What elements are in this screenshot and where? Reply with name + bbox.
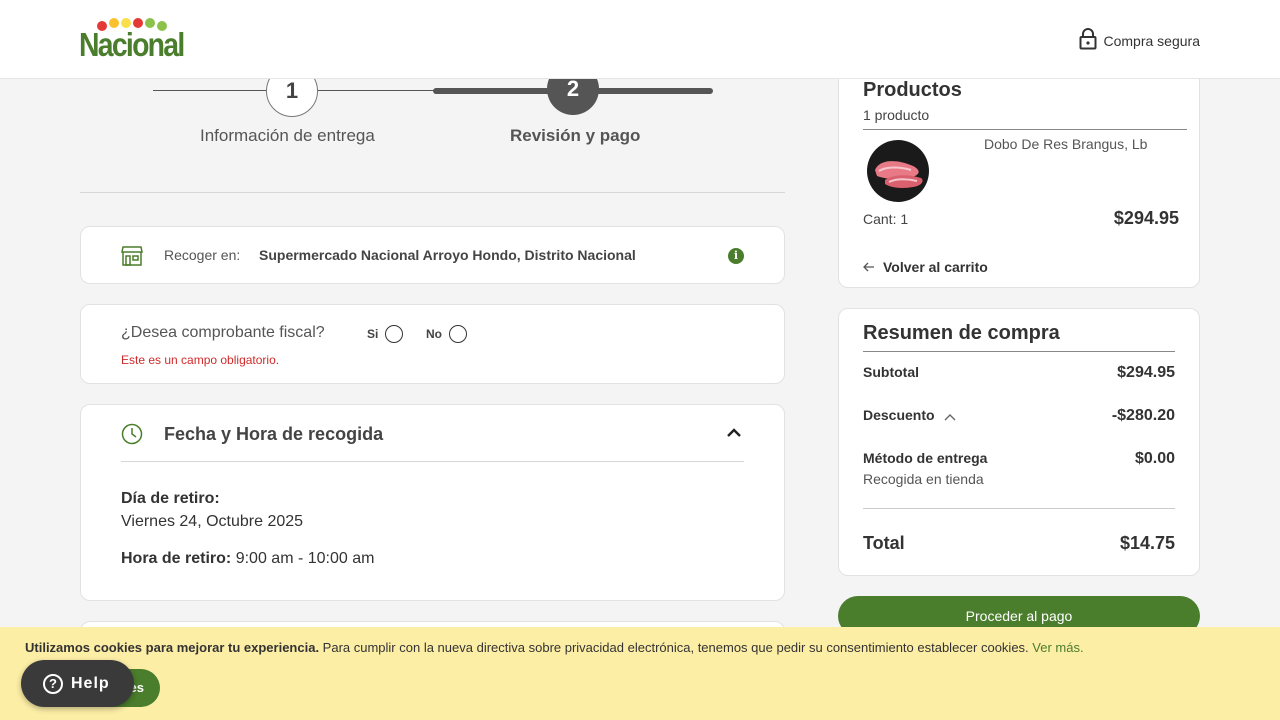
cookie-banner: Utilizamos cookies para mejorar tu exper… bbox=[0, 627, 1280, 720]
cookie-more-link[interactable]: Ver más. bbox=[1032, 640, 1083, 655]
pickup-time-title: Fecha y Hora de recogida bbox=[164, 424, 384, 444]
step-2-label: Revisión y pago bbox=[510, 126, 641, 145]
fiscal-radio-si[interactable] bbox=[385, 325, 404, 343]
product-price: $294.95 bbox=[1113, 208, 1179, 228]
back-to-cart-link[interactable]: Volver al carrito bbox=[863, 259, 988, 275]
discount-row: Descuento -$280.20 bbox=[863, 407, 1175, 424]
question-icon: ? bbox=[43, 673, 63, 694]
site-header: Nacional Compra segura bbox=[0, 0, 1280, 79]
fiscal-radio-no[interactable] bbox=[449, 325, 467, 343]
pickup-day-value: Viernes 24, Octubre 2025 bbox=[121, 513, 304, 530]
fiscal-option-si-label: Si bbox=[367, 327, 379, 341]
info-icon[interactable]: i bbox=[728, 248, 744, 264]
product-name: Dobo De Res Brangus, Lb bbox=[984, 136, 1148, 152]
product-image bbox=[867, 140, 929, 202]
products-divider bbox=[863, 129, 1187, 130]
products-count: 1 producto bbox=[863, 107, 930, 123]
pickup-time-card: Fecha y Hora de recogida Día de retiro: … bbox=[80, 404, 785, 601]
delivery-value: $0.00 bbox=[1134, 450, 1175, 467]
section-divider bbox=[121, 461, 744, 462]
pickup-store-name: Supermercado Nacional Arroyo Hondo, Dist… bbox=[259, 247, 636, 263]
lock-icon bbox=[1079, 28, 1097, 53]
pickup-location-card: Recoger en: Supermercado Nacional Arroyo… bbox=[80, 226, 785, 284]
summary-divider bbox=[863, 351, 1175, 352]
discount-toggle[interactable]: Descuento bbox=[863, 407, 956, 423]
subtotal-label: Subtotal bbox=[863, 364, 919, 380]
checkout-stepper: 1 2 Información de entrega Revisión y pa… bbox=[80, 63, 785, 193]
pickup-hour-label: Hora de retiro: bbox=[121, 550, 232, 567]
store-icon bbox=[121, 246, 143, 271]
pickup-day-label: Día de retiro: bbox=[121, 490, 220, 507]
products-panel: Productos 1 producto Dobo De Res Brangus… bbox=[838, 60, 1200, 288]
product-quantity: Cant: 1 bbox=[863, 211, 909, 227]
help-button[interactable]: ? Help bbox=[21, 660, 134, 707]
help-label: Help bbox=[71, 674, 110, 692]
discount-value: -$280.20 bbox=[1111, 407, 1175, 424]
delivery-method-text: Recogida en tienda bbox=[863, 471, 984, 487]
cookie-message-text: Para cumplir con la nueva directiva sobr… bbox=[319, 640, 1033, 655]
back-to-cart-label: Volver al carrito bbox=[883, 259, 988, 275]
summary-title: Resumen de compra bbox=[863, 322, 1060, 344]
pickup-hour-row: Hora de retiro: 9:00 am - 10:00 am bbox=[121, 550, 374, 568]
fiscal-option-no-label: No bbox=[426, 327, 442, 341]
fiscal-error-message: Este es un campo obligatorio. bbox=[121, 353, 280, 367]
clock-icon bbox=[121, 423, 143, 450]
discount-label: Descuento bbox=[863, 407, 935, 423]
pickup-label: Recoger en: bbox=[164, 247, 241, 263]
total-divider bbox=[863, 508, 1175, 509]
nacional-logo[interactable]: Nacional bbox=[79, 18, 185, 63]
fiscal-option-si[interactable]: Si bbox=[367, 325, 404, 343]
fiscal-question: ¿Desea comprobante fiscal? bbox=[121, 324, 325, 341]
chevron-up-icon bbox=[944, 408, 956, 424]
products-title: Productos bbox=[863, 79, 962, 101]
fiscal-option-no[interactable]: No bbox=[426, 325, 467, 343]
subtotal-value: $294.95 bbox=[1117, 364, 1175, 381]
fiscal-receipt-card: ¿Desea comprobante fiscal? Si No Este es… bbox=[80, 304, 785, 384]
total-value: $14.75 bbox=[1119, 533, 1175, 553]
pickup-hour-value: 9:00 am - 10:00 am bbox=[235, 550, 375, 567]
cookie-message-bold: Utilizamos cookies para mejorar tu exper… bbox=[25, 640, 320, 655]
total-label: Total bbox=[863, 533, 905, 553]
subtotal-row: Subtotal $294.95 bbox=[863, 364, 1175, 381]
order-summary-panel: Resumen de compra Subtotal $294.95 Descu… bbox=[838, 308, 1200, 576]
arrow-left-icon bbox=[863, 259, 875, 275]
secure-label: Compra segura bbox=[1103, 32, 1201, 49]
step-1-label[interactable]: Información de entrega bbox=[200, 126, 375, 146]
delivery-label: Método de entrega bbox=[863, 450, 988, 466]
cookie-message: Utilizamos cookies para mejorar tu exper… bbox=[25, 640, 1084, 655]
secure-purchase: Compra segura bbox=[1079, 28, 1201, 53]
chevron-up-icon[interactable] bbox=[726, 425, 742, 446]
logo-wordmark: Nacional bbox=[79, 26, 185, 63]
delivery-row: Método de entrega $0.00 bbox=[863, 450, 1175, 467]
